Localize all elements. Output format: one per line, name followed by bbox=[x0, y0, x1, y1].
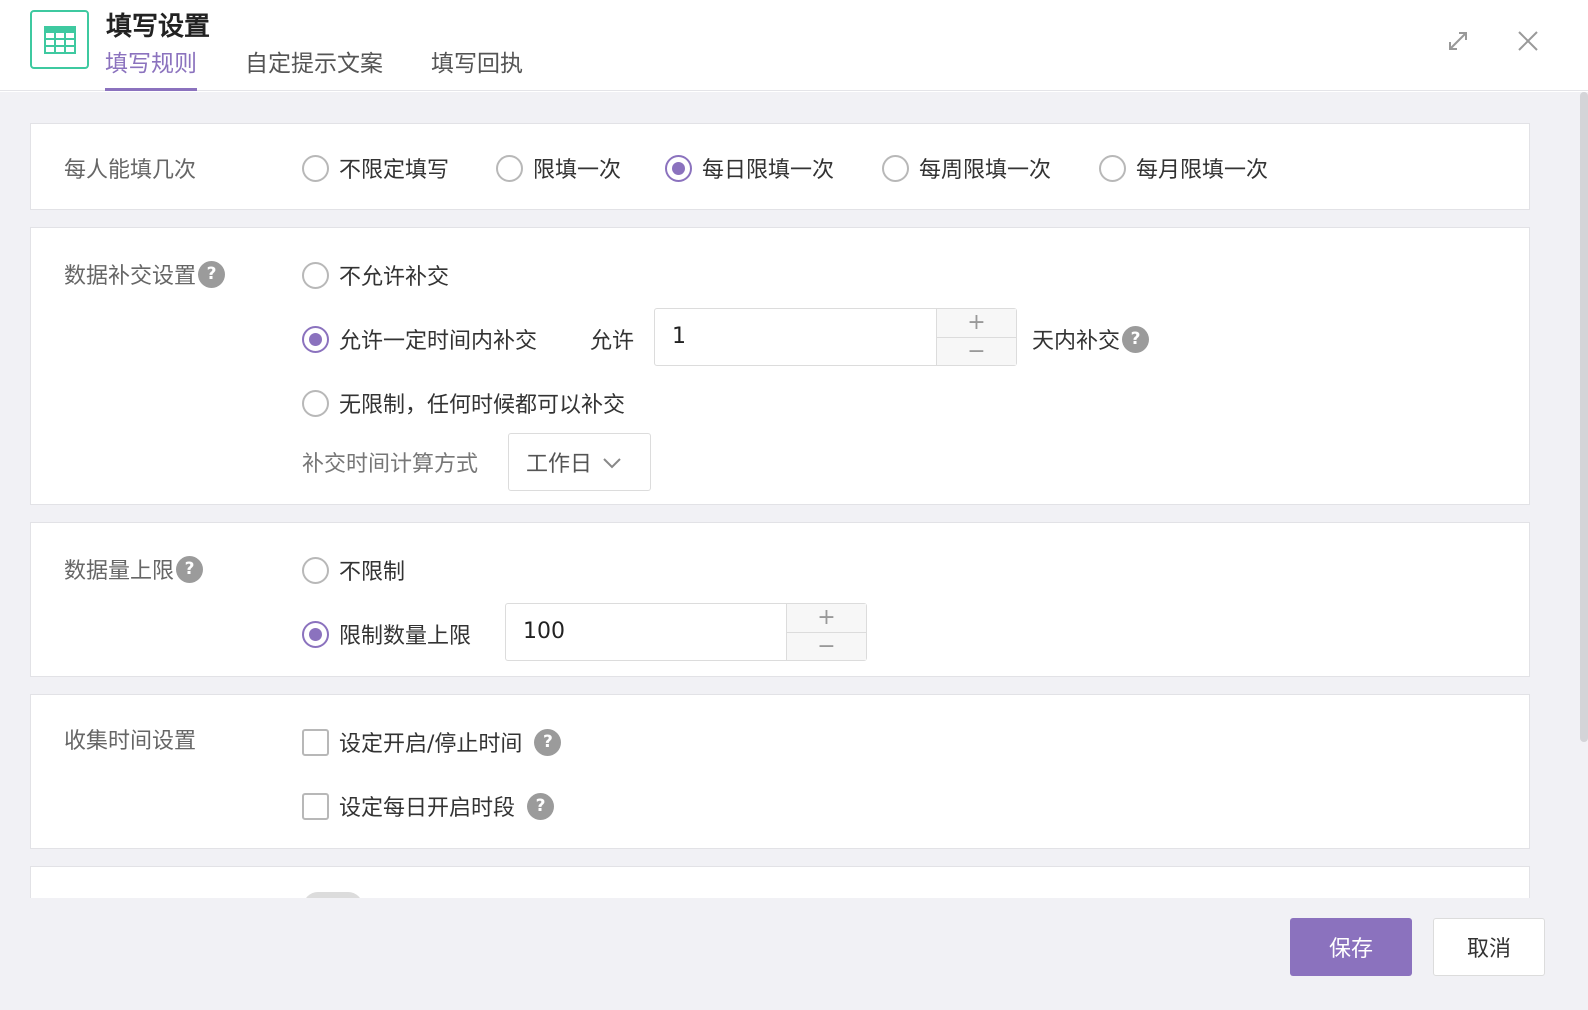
radio-icon bbox=[302, 154, 329, 182]
increment-button[interactable]: + bbox=[937, 309, 1016, 337]
data-limit-label-text: 数据量上限 bbox=[64, 559, 175, 584]
days-suffix: 天内补交 ? bbox=[1032, 323, 1150, 355]
option-label: 每周限填一次 bbox=[919, 158, 1052, 183]
limit-count-input[interactable]: 100 + − bbox=[505, 603, 867, 661]
radio-selected-icon bbox=[665, 154, 692, 182]
option-label: 无限制，任何时候都可以补交 bbox=[339, 393, 626, 418]
option-no-resubmit[interactable]: 不允许补交 bbox=[302, 259, 449, 291]
expand-icon[interactable] bbox=[1443, 26, 1473, 56]
decrement-button[interactable]: − bbox=[787, 631, 866, 660]
radio-icon bbox=[302, 389, 329, 417]
radio-icon bbox=[496, 154, 523, 182]
calc-method-label: 补交时间计算方式 bbox=[302, 452, 479, 477]
chevron-down-icon bbox=[602, 450, 622, 475]
scrollbar[interactable] bbox=[1580, 92, 1588, 742]
option-weekly-once[interactable]: 每周限填一次 bbox=[882, 152, 1051, 184]
option-daily-once[interactable]: 每日限填一次 bbox=[665, 152, 834, 184]
resubmit-days-value[interactable]: 1 bbox=[655, 309, 936, 365]
radio-selected-icon bbox=[302, 620, 329, 648]
option-limit-count[interactable]: 限制数量上限 bbox=[302, 618, 471, 650]
stepper: + − bbox=[786, 604, 866, 660]
help-icon[interactable]: ? bbox=[198, 260, 226, 288]
option-label: 限填一次 bbox=[533, 158, 622, 183]
dialog-title: 填写设置 bbox=[106, 12, 211, 42]
collect-time-label: 收集时间设置 bbox=[64, 729, 197, 754]
radio-icon bbox=[1099, 154, 1126, 182]
option-label: 不限制 bbox=[339, 560, 406, 585]
dialog-footer: 保存 取消 bbox=[0, 898, 1588, 1010]
option-start-stop-time[interactable]: 设定开启/停止时间 ? bbox=[302, 726, 562, 758]
help-icon[interactable]: ? bbox=[527, 792, 555, 820]
fill-limit-card: 每人能填几次 不限定填写 限填一次 每日限填一次 每周限填一次 每月限填一次 bbox=[30, 123, 1530, 210]
radio-icon bbox=[882, 154, 909, 182]
help-icon[interactable]: ? bbox=[176, 555, 204, 583]
fill-limit-label: 每人能填几次 bbox=[64, 158, 197, 183]
resubmit-label-text: 数据补交设置 bbox=[64, 264, 197, 289]
save-button[interactable]: 保存 bbox=[1290, 918, 1412, 976]
option-label: 不允许补交 bbox=[339, 265, 450, 290]
limit-count-value[interactable]: 100 bbox=[506, 604, 786, 660]
radio-icon bbox=[302, 556, 329, 584]
allow-prefix: 允许 bbox=[590, 329, 635, 354]
collect-time-card: 收集时间设置 设定开启/停止时间 ? 设定每日开启时段 ? bbox=[30, 694, 1530, 849]
checkbox-icon bbox=[302, 792, 329, 820]
tab-custom-prompt[interactable]: 自定提示文案 bbox=[245, 48, 383, 91]
option-daily-period[interactable]: 设定每日开启时段 ? bbox=[302, 790, 555, 822]
calc-method-value: 工作日 bbox=[526, 452, 593, 477]
tab-bar: 填写规则 自定提示文案 填写回执 bbox=[105, 48, 571, 91]
option-monthly-once[interactable]: 每月限填一次 bbox=[1099, 152, 1268, 184]
resubmit-days-input[interactable]: 1 + − bbox=[654, 308, 1017, 366]
option-label: 允许一定时间内补交 bbox=[339, 329, 538, 354]
option-unlimited-fill[interactable]: 不限定填写 bbox=[302, 152, 449, 184]
option-once[interactable]: 限填一次 bbox=[496, 152, 621, 184]
data-limit-card: 数据量上限 ? 不限制 限制数量上限 100 + − bbox=[30, 522, 1530, 677]
resubmit-card: 数据补交设置 ? 不允许补交 允许一定时间内补交 允许 1 + − 天内补交 ?… bbox=[30, 227, 1530, 505]
checkbox-icon bbox=[302, 728, 329, 756]
tab-fill-rules[interactable]: 填写规则 bbox=[105, 48, 197, 91]
option-no-limit[interactable]: 不限制 bbox=[302, 554, 405, 586]
cancel-button[interactable]: 取消 bbox=[1433, 918, 1545, 976]
tab-receipt[interactable]: 填写回执 bbox=[431, 48, 523, 91]
option-label: 设定开启/停止时间 bbox=[339, 732, 523, 757]
option-label: 设定每日开启时段 bbox=[339, 796, 516, 821]
close-icon[interactable] bbox=[1513, 26, 1543, 56]
help-icon[interactable]: ? bbox=[1122, 325, 1150, 353]
calc-method-select[interactable]: 工作日 bbox=[508, 433, 651, 491]
option-label: 每日限填一次 bbox=[702, 158, 835, 183]
data-limit-label: 数据量上限 ? bbox=[64, 553, 204, 585]
increment-button[interactable]: + bbox=[787, 604, 866, 632]
help-icon[interactable]: ? bbox=[534, 728, 562, 756]
radio-selected-icon bbox=[302, 325, 329, 353]
table-icon bbox=[30, 10, 89, 69]
dialog-header: 填写设置 填写规则 自定提示文案 填写回执 bbox=[0, 0, 1588, 91]
radio-icon bbox=[302, 261, 329, 289]
option-resubmit-unlimited[interactable]: 无限制，任何时候都可以补交 bbox=[302, 387, 625, 419]
option-label: 不限定填写 bbox=[339, 158, 450, 183]
decrement-button[interactable]: − bbox=[937, 336, 1016, 365]
option-label: 每月限填一次 bbox=[1136, 158, 1269, 183]
option-resubmit-within[interactable]: 允许一定时间内补交 bbox=[302, 323, 537, 355]
stepper: + − bbox=[936, 309, 1016, 365]
days-suffix-text: 天内补交 bbox=[1032, 329, 1121, 354]
option-label: 限制数量上限 bbox=[339, 624, 472, 649]
resubmit-label: 数据补交设置 ? bbox=[64, 258, 226, 290]
